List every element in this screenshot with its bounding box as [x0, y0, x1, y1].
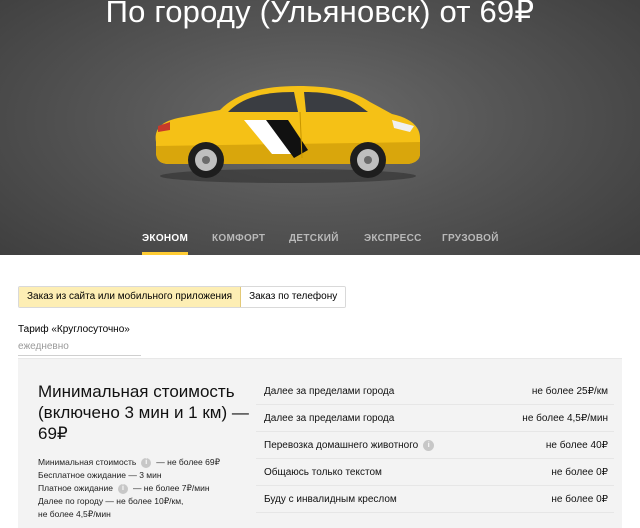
info-icon[interactable]: i — [141, 457, 152, 468]
rate-value: не более 4,5₽/мин — [522, 412, 608, 424]
minimum-details-list: Минимальная стоимость i — не более 69₽ Б… — [38, 456, 268, 521]
rate-row: Общаюсь только текстом не более 0₽ — [256, 459, 614, 486]
tab-express[interactable]: ЭКСПРЕСС — [364, 233, 422, 255]
rate-label: Перевозка домашнего животного i — [264, 439, 439, 451]
rate-label-text: Перевозка домашнего животного — [264, 439, 419, 451]
rate-row: Далее за пределами города не более 25₽/к… — [256, 378, 614, 405]
rate-label: Буду с инвалидным креслом — [264, 493, 397, 505]
detail-label: не более 4,5₽/мин — [38, 509, 111, 519]
order-type-toggle: Заказ из сайта или мобильного приложения… — [18, 286, 347, 308]
tariff-schedule: ежедневно — [18, 341, 69, 352]
rates-list: Далее за пределами города не более 25₽/к… — [256, 378, 614, 513]
tab-cargo[interactable]: ГРУЗОВОЙ — [442, 233, 499, 255]
list-item: не более 4,5₽/мин — [38, 508, 268, 521]
detail-label: Далее по городу — не более 10₽/км, — [38, 496, 184, 506]
info-icon[interactable]: i — [423, 439, 435, 451]
tab-econom[interactable]: ЭКОНОМ — [142, 233, 189, 255]
detail-value: — не более 7₽/мин — [132, 483, 210, 493]
rate-row: Буду с инвалидным креслом не более 0₽ — [256, 486, 614, 513]
hero-banner: По городу (Ульяновск) от 69₽ ЭКОНОМ КОМФ… — [0, 0, 640, 255]
rate-label: Далее за пределами города — [264, 385, 395, 397]
list-item: Бесплатное ожидание — 3 мин — [38, 469, 268, 482]
rate-row: Перевозка домашнего животного i не более… — [256, 432, 614, 459]
list-item: Платное ожидание i — не более 7₽/мин — [38, 482, 268, 495]
list-item: Далее по городу — не более 10₽/км, — [38, 495, 268, 508]
rate-value: не более 25₽/км — [531, 385, 608, 397]
list-item: Минимальная стоимость i — не более 69₽ — [38, 456, 268, 469]
rate-label: Общаюсь только текстом — [264, 466, 382, 478]
detail-label: Минимальная стоимость — [38, 457, 137, 467]
rate-label: Далее за пределами города — [264, 412, 395, 424]
price-panel: Минимальная стоимость (включено 3 мин и … — [18, 358, 622, 528]
tariff-selector[interactable]: Тариф «Круглосуточно» ежедневно — [18, 324, 141, 356]
page-title: По городу (Ульяновск) от 69₽ — [105, 0, 535, 29]
rate-row: Далее за пределами города не более 4,5₽/… — [256, 405, 614, 432]
info-icon[interactable]: i — [117, 483, 128, 494]
order-phone-button[interactable]: Заказ по телефону — [241, 287, 346, 307]
rate-value: не более 40₽ — [545, 439, 608, 451]
detail-label: Платное ожидание — [38, 483, 113, 493]
detail-value: — не более 69₽ — [156, 457, 220, 467]
rate-value: не более 0₽ — [551, 466, 608, 478]
order-app-button[interactable]: Заказ из сайта или мобильного приложения — [19, 287, 242, 307]
tariff-tabs: ЭКОНОМ КОМФОРТ ДЕТСКИЙ ЭКСПРЕСС ГРУЗОВОЙ — [0, 233, 640, 255]
detail-label: Бесплатное ожидание — 3 мин — [38, 470, 162, 480]
tab-comfort[interactable]: КОМФОРТ — [212, 233, 265, 255]
minimum-price-title: Минимальная стоимость (включено 3 мин и … — [38, 382, 249, 443]
rate-value: не более 0₽ — [551, 493, 608, 505]
tab-child[interactable]: ДЕТСКИЙ — [289, 233, 339, 255]
tariff-name: Тариф «Круглосуточно» — [18, 324, 130, 335]
taxi-car-image — [155, 86, 421, 183]
